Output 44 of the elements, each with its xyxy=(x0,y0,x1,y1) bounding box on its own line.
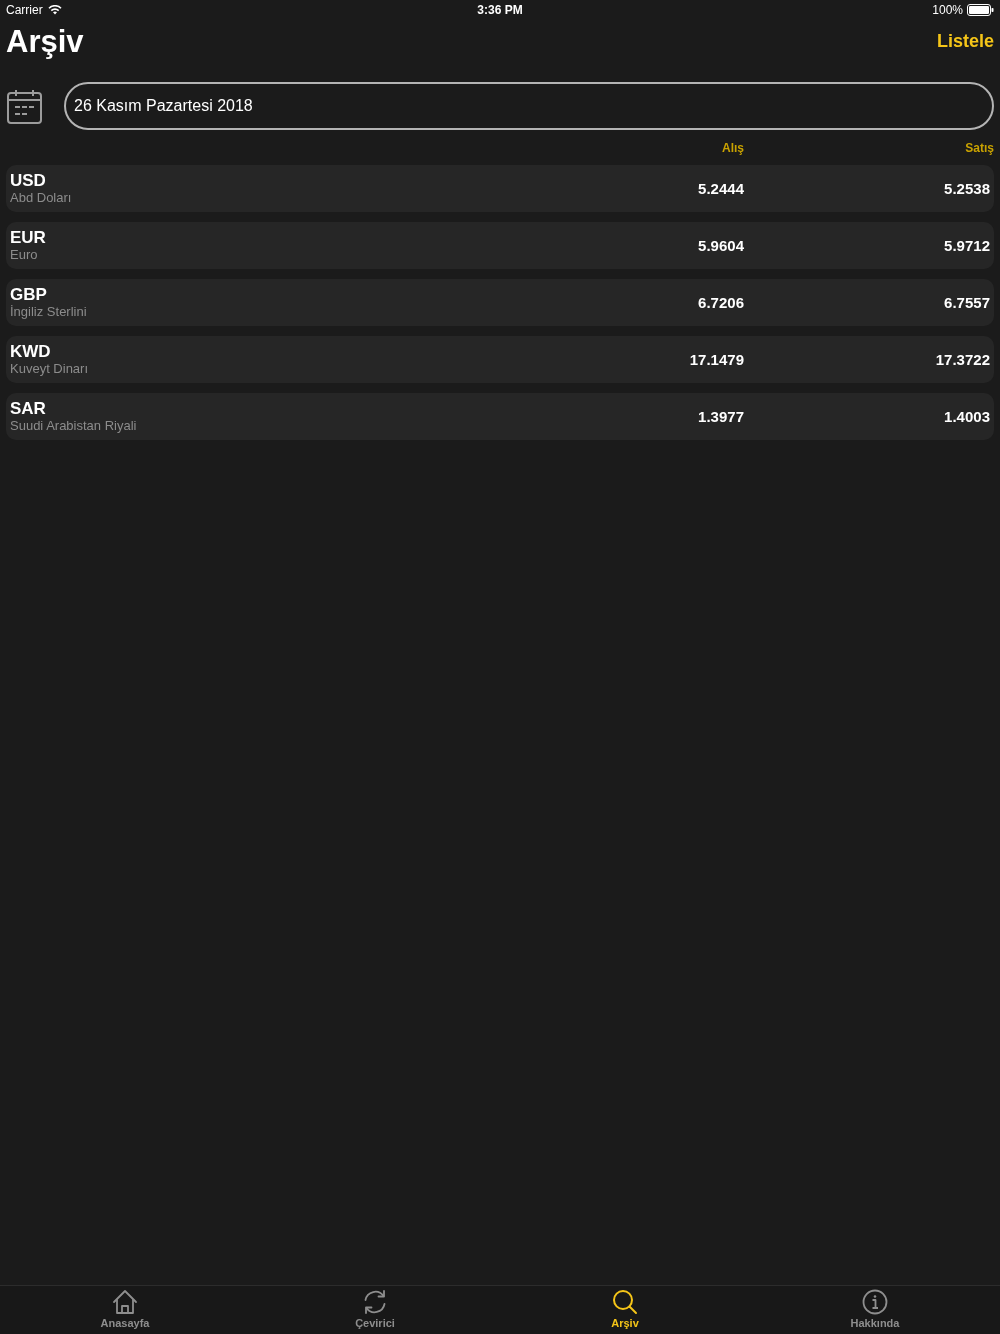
list-button[interactable]: Listele xyxy=(936,30,994,52)
currency-code: KWD xyxy=(10,342,52,361)
currency-code: USD xyxy=(10,171,47,190)
currency-name: Euro xyxy=(10,247,39,263)
rate-row[interactable]: EUR Euro 5.9604 5.9712 xyxy=(6,222,994,269)
date-field[interactable]: 26 Kasım Pazartesi 2018 xyxy=(64,82,994,130)
sell-rate: 5.2538 xyxy=(944,180,990,197)
page-title: Arşiv xyxy=(6,24,84,60)
currency-name: Abd Doları xyxy=(10,190,73,206)
rate-row[interactable]: GBP İngiliz Sterlini 6.7206 6.7557 xyxy=(6,279,994,326)
rate-row[interactable]: USD Abd Doları 5.2444 5.2538 xyxy=(6,165,994,212)
buy-rate: 5.2444 xyxy=(698,180,744,197)
battery-percent: 100% xyxy=(932,3,963,17)
calendar-icon[interactable] xyxy=(7,88,42,124)
tab-item[interactable]: Anasayfa xyxy=(98,1286,152,1334)
buy-rate: 6.7206 xyxy=(698,294,744,311)
currency-code: GBP xyxy=(10,285,48,304)
sell-rate: 6.7557 xyxy=(944,294,990,311)
rate-row[interactable]: KWD Kuveyt Dinarı 17.1479 17.3722 xyxy=(6,336,994,383)
column-header: Satış xyxy=(965,140,994,155)
search-icon xyxy=(612,1289,638,1315)
carrier-label: Carrier xyxy=(6,3,43,17)
wifi-icon xyxy=(47,5,62,15)
rate-row[interactable]: SAR Suudi Arabistan Riyali 1.3977 1.4003 xyxy=(6,393,994,440)
currency-code: EUR xyxy=(10,228,47,247)
tab-item[interactable]: Arşiv xyxy=(609,1286,641,1334)
home-icon xyxy=(112,1289,138,1315)
column-header: Alış xyxy=(722,140,744,155)
currency-code: SAR xyxy=(10,399,47,418)
status-time: 3:36 PM xyxy=(477,3,523,17)
buy-rate: 1.3977 xyxy=(698,408,744,425)
currency-name: Kuveyt Dinarı xyxy=(10,361,90,377)
tab-item[interactable]: Çevirici xyxy=(353,1286,397,1334)
sell-rate: 17.3722 xyxy=(935,351,990,368)
info-icon xyxy=(862,1289,888,1315)
sell-rate: 5.9712 xyxy=(944,237,990,254)
tab-item[interactable]: Hakkında xyxy=(848,1286,902,1334)
buy-rate: 5.9604 xyxy=(698,237,744,254)
sell-rate: 1.4003 xyxy=(944,408,990,425)
currency-name: İngiliz Sterlini xyxy=(10,304,88,320)
refresh-icon xyxy=(362,1289,388,1315)
battery-icon xyxy=(967,4,994,16)
buy-rate: 17.1479 xyxy=(689,351,744,368)
currency-name: Suudi Arabistan Riyali xyxy=(10,418,138,434)
